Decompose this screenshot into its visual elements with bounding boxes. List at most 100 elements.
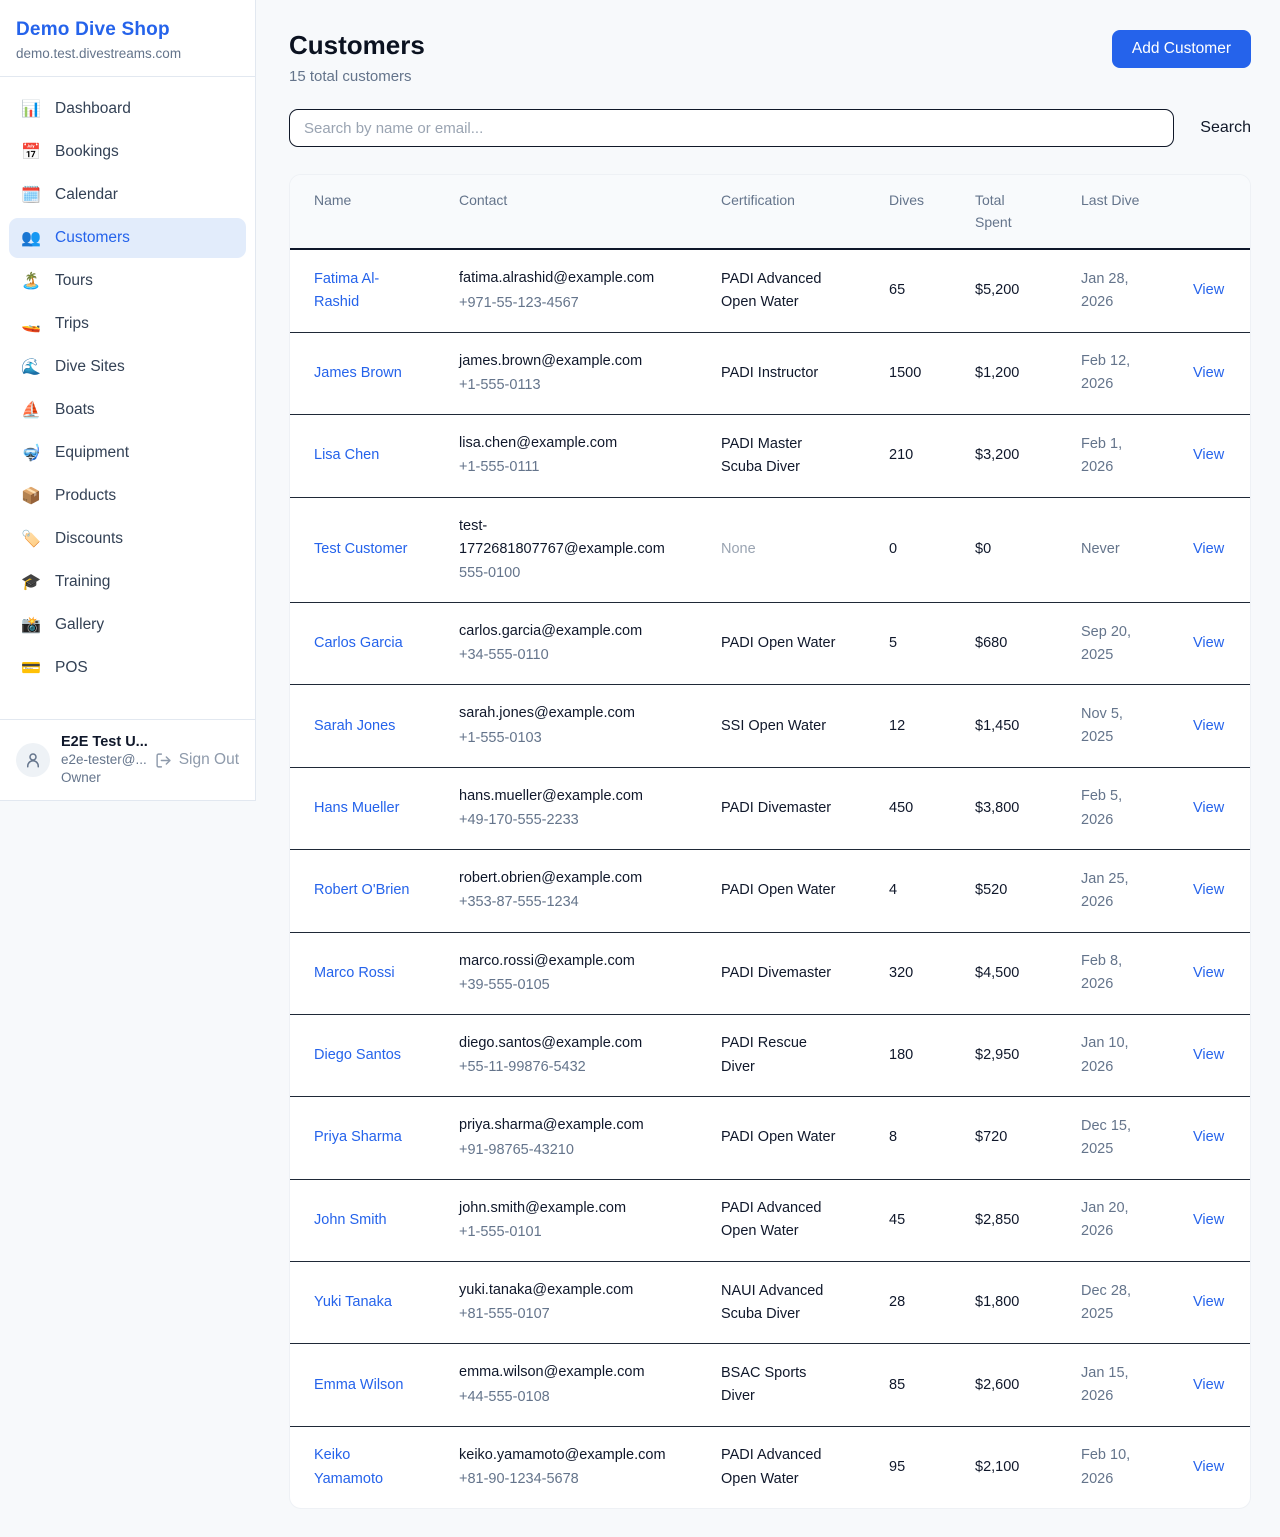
view-link[interactable]: View	[1193, 362, 1234, 385]
sidebar-item-customers[interactable]: 👥 Customers	[9, 218, 246, 258]
view-link[interactable]: View	[1193, 797, 1234, 820]
customer-email: test-1772681807767@example.com	[459, 515, 671, 561]
sidebar: Demo Dive Shop demo.test.divestreams.com…	[0, 0, 256, 801]
view-link[interactable]: View	[1193, 879, 1234, 902]
view-link[interactable]: View	[1193, 538, 1234, 561]
customer-name-link[interactable]: Emma Wilson	[314, 1374, 417, 1397]
customer-phone: +91-98765-43210	[459, 1139, 679, 1162]
customer-name-link[interactable]: Robert O'Brien	[314, 879, 417, 902]
view-link[interactable]: View	[1193, 1291, 1234, 1314]
customer-last-dive: Feb 5, 2026	[1081, 785, 1143, 831]
customer-total-spent: $680	[975, 632, 1039, 655]
customer-dives: 450	[889, 797, 933, 820]
customer-certification: PADI Master Scuba Diver	[721, 433, 837, 479]
sidebar-item-equipment[interactable]: 🤿 Equipment	[9, 433, 246, 473]
sidebar-item-trips[interactable]: 🚤 Trips	[9, 304, 246, 344]
search-button[interactable]: Search	[1174, 119, 1251, 137]
customer-name-link[interactable]: Keiko Yamamoto	[314, 1444, 417, 1490]
customer-name-link[interactable]: Carlos Garcia	[314, 632, 417, 655]
search-row: Search	[289, 109, 1251, 147]
customer-total-spent: $3,800	[975, 797, 1039, 820]
customer-email: yuki.tanaka@example.com	[459, 1279, 671, 1302]
table-row: Yuki Tanaka yuki.tanaka@example.com +81-…	[290, 1262, 1251, 1344]
customer-last-dive: Dec 15, 2025	[1081, 1115, 1143, 1161]
customer-last-dive: Sep 20, 2025	[1081, 621, 1143, 667]
sidebar-item-discounts[interactable]: 🏷️ Discounts	[9, 519, 246, 559]
customer-certification: NAUI Advanced Scuba Diver	[721, 1280, 837, 1326]
tours-icon: 🏝️	[20, 271, 42, 291]
customer-name-link[interactable]: Diego Santos	[314, 1044, 417, 1067]
customer-name-link[interactable]: James Brown	[314, 362, 417, 385]
customer-email: sarah.jones@example.com	[459, 702, 671, 725]
view-link[interactable]: View	[1193, 279, 1234, 302]
customer-dives: 95	[889, 1456, 933, 1479]
customer-certification: BSAC Sports Diver	[721, 1362, 837, 1408]
sidebar-item-training[interactable]: 🎓 Training	[9, 562, 246, 602]
view-link[interactable]: View	[1193, 1456, 1234, 1479]
view-link[interactable]: View	[1193, 1374, 1234, 1397]
view-link[interactable]: View	[1193, 444, 1234, 467]
table-row: Hans Mueller hans.mueller@example.com +4…	[290, 767, 1251, 849]
customer-certification: SSI Open Water	[721, 715, 837, 738]
sidebar-item-dive-sites[interactable]: 🌊 Dive Sites	[9, 347, 246, 387]
customer-total-spent: $3,200	[975, 444, 1039, 467]
customer-name-link[interactable]: John Smith	[314, 1209, 417, 1232]
customer-name-link[interactable]: Fatima Al-Rashid	[314, 268, 417, 314]
view-link[interactable]: View	[1193, 1044, 1234, 1067]
add-customer-button[interactable]: Add Customer	[1112, 30, 1251, 68]
customer-count: 15 total customers	[289, 68, 425, 85]
customer-phone: +1-555-0103	[459, 727, 679, 750]
customer-certification: None	[721, 538, 837, 561]
customer-last-dive: Jan 20, 2026	[1081, 1197, 1143, 1243]
view-link[interactable]: View	[1193, 632, 1234, 655]
search-input[interactable]	[289, 109, 1174, 147]
customer-name-link[interactable]: Test Customer	[314, 538, 417, 561]
customer-dives: 5	[889, 632, 933, 655]
customer-total-spent: $720	[975, 1126, 1039, 1149]
table-row: Sarah Jones sarah.jones@example.com +1-5…	[290, 685, 1251, 767]
user-name: E2E Test U...	[61, 733, 144, 751]
user-info: E2E Test U... e2e-tester@... Owner	[61, 733, 144, 787]
customer-certification: PADI Open Water	[721, 879, 837, 902]
view-link[interactable]: View	[1193, 962, 1234, 985]
dashboard-icon: 📊	[20, 99, 42, 119]
trips-icon: 🚤	[20, 314, 42, 334]
sidebar-item-dashboard[interactable]: 📊 Dashboard	[9, 89, 246, 129]
bookings-icon: 📅	[20, 142, 42, 162]
customer-phone: +1-555-0101	[459, 1221, 679, 1244]
customer-phone: +39-555-0105	[459, 974, 679, 997]
customer-total-spent: $2,600	[975, 1374, 1039, 1397]
sidebar-nav: 📊 Dashboard 📅 Bookings 🗓️ Calendar 👥 Cus…	[0, 77, 255, 719]
sign-out-button[interactable]: Sign Out	[155, 751, 239, 769]
column-header: Dives	[865, 175, 951, 249]
customer-name-link[interactable]: Lisa Chen	[314, 444, 417, 467]
customer-total-spent: $4,500	[975, 962, 1039, 985]
sidebar-item-tours[interactable]: 🏝️ Tours	[9, 261, 246, 301]
customer-last-dive: Feb 12, 2026	[1081, 350, 1143, 396]
customer-last-dive: Jan 28, 2026	[1081, 268, 1143, 314]
customer-name-link[interactable]: Hans Mueller	[314, 797, 417, 820]
sidebar-item-boats[interactable]: ⛵ Boats	[9, 390, 246, 430]
customer-name-link[interactable]: Priya Sharma	[314, 1126, 417, 1149]
pos-icon: 💳	[20, 658, 42, 678]
calendar-icon: 🗓️	[20, 185, 42, 205]
sidebar-item-bookings[interactable]: 📅 Bookings	[9, 132, 246, 172]
customer-phone: +353-87-555-1234	[459, 891, 679, 914]
customer-name-link[interactable]: Sarah Jones	[314, 715, 417, 738]
view-link[interactable]: View	[1193, 715, 1234, 738]
view-link[interactable]: View	[1193, 1209, 1234, 1232]
customer-name-link[interactable]: Marco Rossi	[314, 962, 417, 985]
customer-name-link[interactable]: Yuki Tanaka	[314, 1291, 417, 1314]
customer-dives: 210	[889, 444, 933, 467]
sidebar-item-calendar[interactable]: 🗓️ Calendar	[9, 175, 246, 215]
sidebar-header: Demo Dive Shop demo.test.divestreams.com	[0, 0, 255, 77]
boats-icon: ⛵	[20, 400, 42, 420]
customer-total-spent: $0	[975, 538, 1039, 561]
sidebar-item-pos[interactable]: 💳 POS	[9, 648, 246, 688]
customer-phone: +44-555-0108	[459, 1386, 679, 1409]
customer-email: hans.mueller@example.com	[459, 785, 671, 808]
sidebar-item-gallery[interactable]: 📸 Gallery	[9, 605, 246, 645]
customer-total-spent: $1,200	[975, 362, 1039, 385]
view-link[interactable]: View	[1193, 1126, 1234, 1149]
sidebar-item-products[interactable]: 📦 Products	[9, 476, 246, 516]
